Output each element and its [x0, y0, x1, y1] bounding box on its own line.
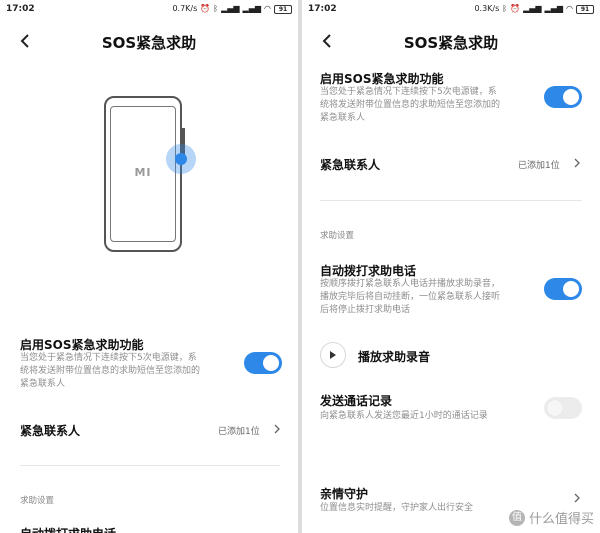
signal-icon-2: ▂▄▆ [242, 4, 262, 13]
section-label-help-settings: 求助设置 [20, 496, 55, 506]
send-call-log-title: 发送通话记录 [320, 394, 393, 408]
play-recording-label[interactable]: 播放求助录音 [358, 348, 430, 365]
section-label-help-settings: 求助设置 [320, 231, 355, 241]
emergency-contacts-title[interactable]: 紧急联系人 [20, 422, 80, 439]
network-speed: 0.3K/s [474, 4, 500, 13]
wifi-icon: ◠ [264, 4, 271, 13]
watermark: 值 什么值得买 [508, 508, 594, 527]
alarm-icon: ⏰ [200, 4, 211, 13]
status-time: 17:02 [308, 4, 337, 14]
page-title: SOS紧急求助 [101, 34, 197, 52]
enable-sos-toggle[interactable] [244, 352, 282, 374]
page-title: SOS紧急求助 [403, 34, 499, 52]
chevron-right-icon[interactable] [272, 423, 282, 435]
play-icon [330, 351, 336, 359]
watermark-badge: 值 [508, 509, 525, 526]
bluetooth-icon: ᛒ [502, 4, 508, 13]
enable-sos-title: 启用SOS紧急求助功能 [320, 72, 444, 86]
power-press-indicator [166, 144, 196, 174]
chevron-right-icon[interactable] [572, 492, 582, 504]
network-speed: 0.7K/s [172, 4, 198, 13]
signal-icon-2: ▂▄▆ [544, 4, 564, 13]
auto-call-toggle[interactable] [544, 278, 582, 300]
right-screen: 17:02 0.3K/s ᛒ ⏰ ▂▄▆ ▂▄▆ ◠ 91 SOS紧急求助 启用… [302, 0, 600, 533]
header: SOS紧急求助 [302, 24, 600, 60]
auto-call-desc: 按顺序拨打紧急联系人电话并播放求助录音， 播放完毕后将自动挂断，一位紧急联系人接… [320, 279, 501, 315]
emergency-contacts-count: 已添加1位 [218, 427, 260, 437]
divider [20, 465, 280, 466]
auto-call-title[interactable]: 自动拨打求助电话 [20, 525, 116, 533]
signal-icon: ▂▄▆ [221, 4, 240, 13]
wifi-icon: ◠ [566, 4, 573, 13]
status-bar: 17:02 0.3K/s ᛒ ⏰ ▂▄▆ ▂▄▆ ◠ 91 [302, 0, 600, 20]
signal-icon: ▂▄▆ [523, 4, 542, 13]
emergency-contacts-title[interactable]: 紧急联系人 [320, 156, 380, 173]
watermark-text: 什么值得买 [528, 512, 594, 527]
bluetooth-icon: ᛒ [213, 4, 219, 13]
enable-sos-desc: 当您处于紧急情况下连续按下5次电源键，系 统将发送附带位置信息的求助短信至您添加… [20, 353, 201, 389]
status-time: 17:02 [6, 4, 35, 14]
family-guard-title[interactable]: 亲情守护 [320, 485, 368, 502]
alarm-icon: ⏰ [510, 4, 521, 13]
left-screen: 17:02 0.7K/s ⏰ ᛒ ▂▄▆ ▂▄▆ ◠ 91 SOS紧急求助 MI… [0, 0, 298, 533]
chevron-right-icon[interactable] [572, 157, 582, 169]
auto-call-title: 自动拨打求助电话 [320, 264, 417, 278]
header: SOS紧急求助 [0, 24, 298, 60]
enable-sos-desc: 当您处于紧急情况下连续按下5次电源键，系 统将发送附带位置信息的求助短信至您添加… [320, 87, 501, 123]
send-call-log-toggle[interactable] [544, 397, 582, 419]
send-call-log-desc: 向紧急联系人发送您最近1小时的通话记录 [320, 411, 488, 421]
battery-icon: 91 [274, 4, 292, 14]
family-guard-desc: 位置信息实时提醒，守护家人出行安全 [320, 503, 474, 513]
battery-icon: 91 [576, 4, 594, 14]
play-recording-button[interactable] [320, 342, 346, 368]
enable-sos-title: 启用SOS紧急求助功能 [20, 338, 144, 352]
divider [320, 200, 582, 201]
phone-illustration: MI [104, 96, 185, 252]
enable-sos-toggle[interactable] [544, 86, 582, 108]
status-bar: 17:02 0.7K/s ⏰ ᛒ ▂▄▆ ▂▄▆ ◠ 91 [0, 0, 298, 20]
emergency-contacts-count: 已添加1位 [518, 161, 560, 171]
